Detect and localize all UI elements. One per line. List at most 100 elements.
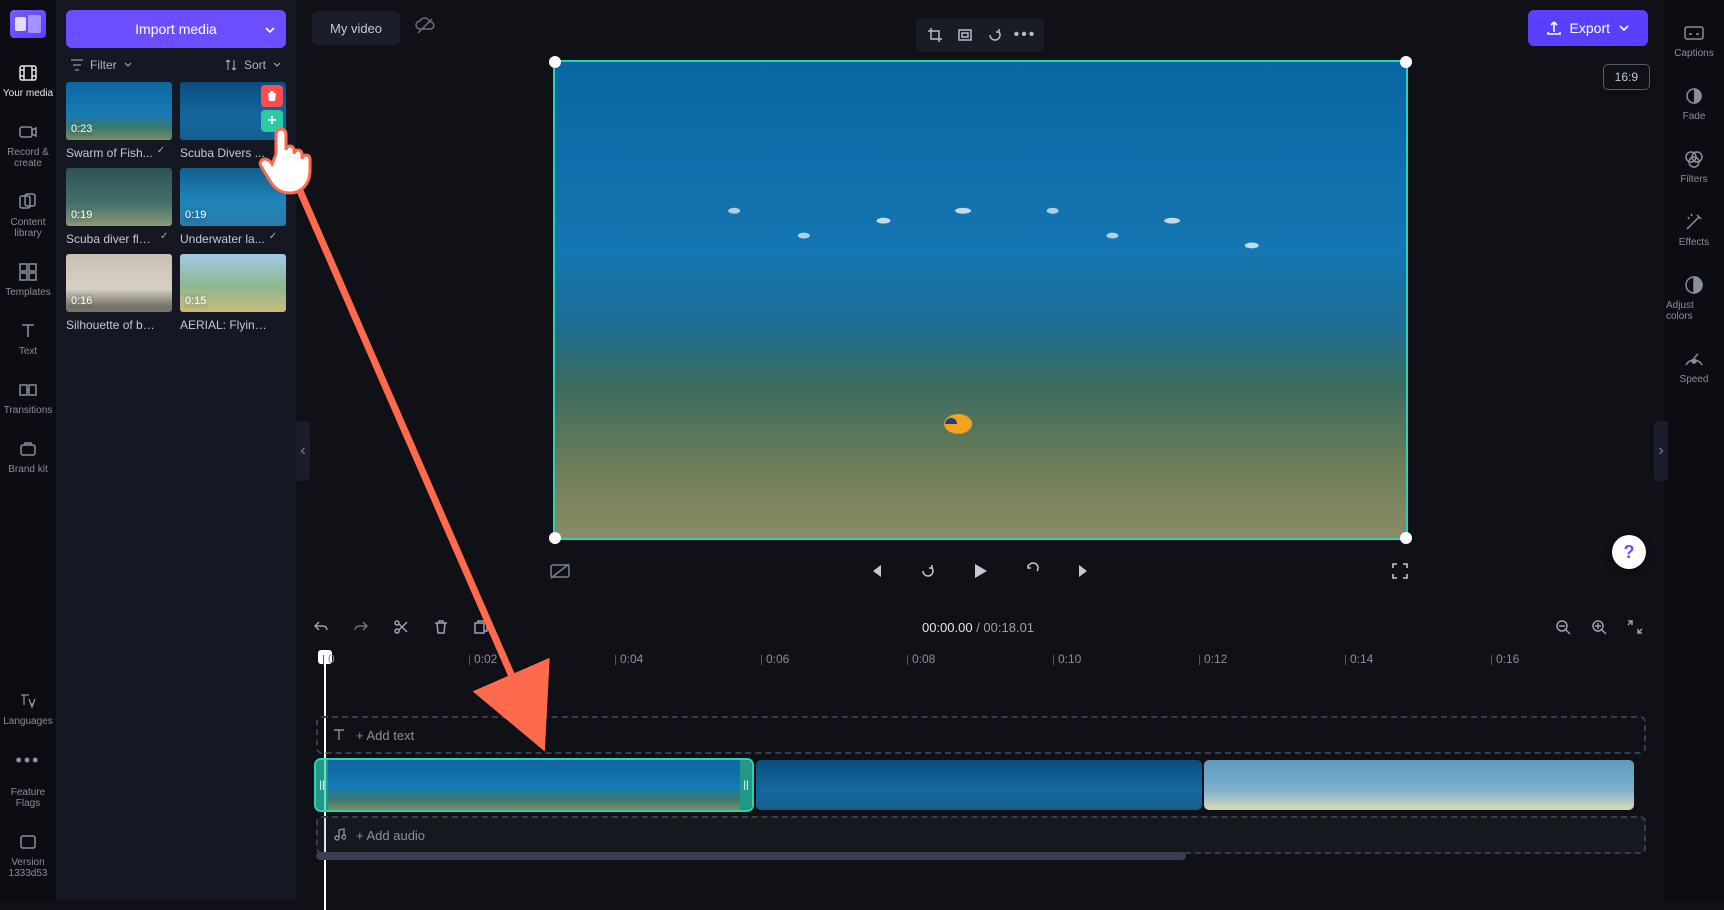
- timeline-scrollbar[interactable]: [316, 852, 1186, 860]
- undo-button[interactable]: [310, 616, 332, 638]
- nav-label: Content library: [3, 217, 54, 239]
- remove-watermark-button[interactable]: [546, 557, 574, 585]
- nav-text[interactable]: Text: [1, 310, 56, 369]
- tick: 0:06: [766, 652, 789, 666]
- right-sidebar: Captions Fade Filters Effects Adjust col…: [1664, 0, 1724, 901]
- media-panel: Import media Filter Sort 0:23: [56, 0, 296, 901]
- clip-name: Swarm of Fish...: [66, 146, 153, 160]
- next-frame-button[interactable]: [1070, 557, 1098, 585]
- zoom-in-button[interactable]: [1588, 616, 1610, 638]
- media-clip[interactable]: 0:19 Underwater la...✓: [180, 168, 286, 246]
- clip-name: Silhouette of be...: [66, 318, 156, 332]
- text-icon: [17, 320, 39, 342]
- tick: 0:14: [1350, 652, 1373, 666]
- crop-button[interactable]: [920, 22, 950, 48]
- timeline-clip[interactable]: [1204, 760, 1634, 810]
- sort-label: Sort: [244, 58, 266, 72]
- media-clip[interactable]: + Scuba Divers ...: [180, 82, 286, 160]
- nav-version[interactable]: Version 1333d53: [1, 821, 56, 891]
- export-button[interactable]: Export: [1528, 10, 1648, 46]
- resize-handle[interactable]: [1400, 532, 1412, 544]
- clip-thumbnail[interactable]: 0:19: [180, 168, 286, 226]
- nav-feature-flags[interactable]: Feature Flags: [1, 787, 56, 821]
- clip-trim-right[interactable]: ||: [740, 760, 752, 810]
- nav-more[interactable]: •••: [1, 739, 56, 787]
- clip-name: Underwater la...: [180, 232, 265, 246]
- delete-button[interactable]: [430, 616, 452, 638]
- nav-record-create[interactable]: Record & create: [1, 111, 56, 181]
- check-icon: ✓: [157, 145, 165, 156]
- timeline-clip[interactable]: [756, 760, 1202, 810]
- play-button[interactable]: [966, 557, 994, 585]
- nav-label: Languages: [3, 716, 53, 727]
- duplicate-button[interactable]: [470, 616, 492, 638]
- timeline-clip[interactable]: || ||: [316, 760, 752, 810]
- speed-button[interactable]: Speed: [1666, 340, 1722, 395]
- current-time: 00:00.00: [922, 620, 973, 635]
- audio-track[interactable]: + Add audio: [316, 816, 1646, 854]
- nav-label: Feature Flags: [3, 787, 54, 809]
- add-audio-label: + Add audio: [356, 828, 425, 843]
- prev-frame-button[interactable]: [862, 557, 890, 585]
- fade-button[interactable]: Fade: [1666, 77, 1722, 132]
- collapse-right-panel[interactable]: ›: [1654, 421, 1668, 481]
- more-button[interactable]: •••: [1010, 22, 1040, 48]
- clip-thumbnail[interactable]: 0:19: [66, 168, 172, 226]
- fit-button[interactable]: [950, 22, 980, 48]
- redo-button[interactable]: [350, 616, 372, 638]
- clip-name: AERIAL: Flying a...: [180, 318, 270, 332]
- resize-handle[interactable]: [549, 56, 561, 68]
- nav-transitions[interactable]: Transitions: [1, 369, 56, 428]
- video-track[interactable]: || ||: [316, 760, 1646, 810]
- timeline-ruler[interactable]: 0 0:02 0:04 0:06 0:08 0:10 0:12 0:14 0:1…: [316, 648, 1646, 678]
- media-clip[interactable]: 0:19 Scuba diver float...✓: [66, 168, 172, 246]
- nav-templates[interactable]: Templates: [1, 251, 56, 310]
- filters-button[interactable]: Filters: [1666, 140, 1722, 195]
- split-button[interactable]: [390, 616, 412, 638]
- captions-button[interactable]: Captions: [1666, 14, 1722, 69]
- fade-icon: [1683, 85, 1705, 107]
- preview-canvas[interactable]: [553, 60, 1408, 540]
- project-title[interactable]: My video: [312, 11, 400, 45]
- skip-forward-button[interactable]: [1018, 557, 1046, 585]
- resize-handle[interactable]: [1400, 56, 1412, 68]
- tick: 0:04: [620, 652, 643, 666]
- media-clip[interactable]: 0:16 Silhouette of be...: [66, 254, 172, 332]
- clip-thumbnail[interactable]: +: [180, 82, 286, 140]
- media-clip[interactable]: 0:15 AERIAL: Flying a...: [180, 254, 286, 332]
- rotate-button[interactable]: [980, 22, 1010, 48]
- tick: 0:02: [474, 652, 497, 666]
- clip-trim-left[interactable]: ||: [316, 760, 328, 810]
- sort-button[interactable]: Sort: [224, 58, 282, 72]
- clip-thumbnail[interactable]: 0:16: [66, 254, 172, 312]
- effects-button[interactable]: Effects: [1666, 203, 1722, 258]
- media-clip[interactable]: 0:23 Swarm of Fish... ✓: [66, 82, 172, 160]
- left-sidebar: Your media Record & create Content libra…: [0, 0, 56, 901]
- zoom-out-button[interactable]: [1552, 616, 1574, 638]
- clip-thumbnail[interactable]: 0:23: [66, 82, 172, 140]
- skip-back-button[interactable]: [914, 557, 942, 585]
- text-track[interactable]: + Add text: [316, 716, 1646, 754]
- nav-languages[interactable]: Languages: [1, 680, 56, 739]
- version-icon: [17, 831, 39, 853]
- clip-duration: 0:19: [70, 208, 93, 222]
- nav-content-library[interactable]: Content library: [1, 181, 56, 251]
- adjust-colors-button[interactable]: Adjust colors: [1666, 266, 1722, 332]
- clip-name: Scuba Divers ...: [180, 146, 265, 160]
- import-media-button[interactable]: Import media: [66, 10, 286, 48]
- clip-duration: 0:16: [70, 294, 93, 308]
- filter-button[interactable]: Filter: [70, 58, 133, 72]
- timeline-toolbar: 00:00.00 / 00:18.01: [310, 610, 1646, 644]
- fit-timeline-button[interactable]: [1624, 616, 1646, 638]
- fullscreen-button[interactable]: [1386, 557, 1414, 585]
- preview-toolbar: •••: [916, 18, 1044, 52]
- nav-brand-kit[interactable]: Brand kit: [1, 428, 56, 487]
- add-clip-button[interactable]: +: [261, 110, 283, 132]
- nav-your-media[interactable]: Your media: [1, 52, 56, 111]
- delete-clip-button[interactable]: [261, 85, 283, 107]
- collapse-media-panel[interactable]: ‹: [296, 421, 310, 481]
- resize-handle[interactable]: [549, 532, 561, 544]
- help-button[interactable]: ?: [1612, 535, 1646, 569]
- clip-thumbnail[interactable]: 0:15: [180, 254, 286, 312]
- cloud-sync-icon[interactable]: [414, 15, 436, 42]
